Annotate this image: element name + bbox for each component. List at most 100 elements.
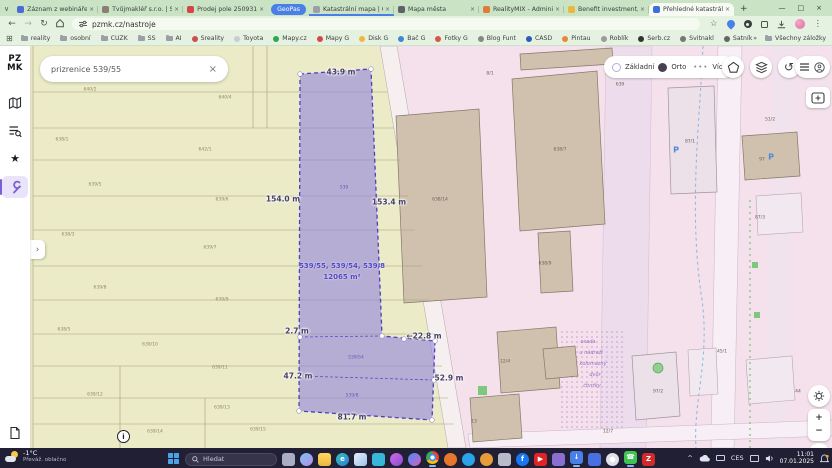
clear-search-icon[interactable]: × xyxy=(209,64,217,75)
task-view-icon[interactable] xyxy=(282,453,295,466)
tab-close-icon[interactable]: × xyxy=(259,6,264,13)
outlook-icon[interactable] xyxy=(480,453,493,466)
youtube-icon[interactable]: ▶ xyxy=(534,453,547,466)
site-settings-icon[interactable] xyxy=(79,20,87,28)
basemap-more-dots[interactable]: ••• xyxy=(693,63,708,71)
messenger-icon[interactable] xyxy=(408,453,421,466)
calendar-icon[interactable] xyxy=(372,453,385,466)
sidebar-item-documents[interactable] xyxy=(2,422,28,444)
tray-language[interactable]: CES xyxy=(731,454,744,462)
extensions-icon[interactable] xyxy=(761,21,768,28)
hamburger-menu-icon[interactable] xyxy=(800,63,809,71)
tab-close-icon[interactable]: × xyxy=(470,6,475,13)
tab-katastralni-info[interactable]: Přehledné katastrální info... × xyxy=(649,3,734,16)
bookmark-item[interactable]: Mapy.cz xyxy=(273,35,306,42)
map-settings-button[interactable] xyxy=(808,385,830,407)
bookmark-item[interactable]: osobní xyxy=(60,35,90,42)
chrome-icon[interactable] xyxy=(426,451,439,467)
globe-icon[interactable] xyxy=(606,453,619,466)
whatsapp-icon[interactable]: ☎ xyxy=(624,451,637,467)
reload-button[interactable]: ↻ xyxy=(36,19,52,29)
folder-purple-icon[interactable] xyxy=(552,453,565,466)
basemap-basic-icon[interactable] xyxy=(612,63,621,72)
start-button[interactable] xyxy=(168,453,180,465)
tab-katastralni-mapa[interactable]: Katastrální mapa | GeoPa... × xyxy=(309,3,394,16)
bookmark-item[interactable]: Šatník xyxy=(724,35,752,42)
bookmark-item[interactable]: CASD xyxy=(526,35,552,42)
forward-button[interactable]: → xyxy=(20,19,36,29)
speaker-icon[interactable] xyxy=(765,454,774,463)
skype-icon[interactable] xyxy=(462,453,475,466)
bookmark-item[interactable]: Fotky G xyxy=(435,35,467,42)
photos-icon[interactable] xyxy=(354,453,367,466)
home-button[interactable] xyxy=(52,18,68,31)
tab-close-icon[interactable]: × xyxy=(725,6,730,13)
tray-chevron-icon[interactable]: ^ xyxy=(687,454,692,462)
add-annotation-button[interactable] xyxy=(806,87,830,108)
minimize-button[interactable]: — xyxy=(779,4,786,12)
tab-system[interactable]: Tvůjmakléř s.r.o. | Systém i... × xyxy=(98,3,183,16)
taskbar-weather[interactable]: -1°C Převáž. oblačno xyxy=(5,450,66,464)
taskbar-search[interactable]: Hledat xyxy=(185,453,277,466)
profile-avatar[interactable] xyxy=(795,19,805,29)
info-button[interactable]: i xyxy=(117,430,130,443)
tab-group-label[interactable]: GeoPas xyxy=(271,4,306,15)
layers-button[interactable] xyxy=(750,56,772,78)
tab-close-icon[interactable]: × xyxy=(555,6,560,13)
cast-screen-icon[interactable] xyxy=(750,455,759,462)
zoner-icon[interactable]: Z xyxy=(642,453,655,466)
bookmark-item[interactable]: Roblík xyxy=(601,35,629,42)
basemap-ortho-label[interactable]: Orto xyxy=(671,63,686,71)
address-bar[interactable]: pzmk.cz/nastroje xyxy=(72,18,700,30)
bookmark-item[interactable]: Disk G xyxy=(359,35,388,42)
extension-pin-icon[interactable] xyxy=(727,20,735,28)
onedrive-cloud-icon[interactable] xyxy=(699,455,710,462)
bookmark-item[interactable]: Bač G xyxy=(398,35,425,42)
bookmark-item[interactable]: Sreality xyxy=(192,35,224,42)
sidebar-item-list-search[interactable] xyxy=(2,120,28,142)
tab-realitymix[interactable]: RealityMIX - Administrác... × xyxy=(479,3,564,16)
bookmark-item[interactable]: Šerb.cz xyxy=(638,35,670,42)
paint3d-icon[interactable] xyxy=(390,453,403,466)
apps-grid-icon[interactable]: ⊞ xyxy=(6,34,13,43)
bookmarks-overflow-icon[interactable]: » xyxy=(753,35,757,42)
new-tab-button[interactable]: + xyxy=(740,4,748,14)
bookmark-item[interactable]: reality xyxy=(21,35,51,42)
profile-chevron-icon[interactable]: ∨ xyxy=(4,5,9,13)
zoom-out-button[interactable]: − xyxy=(815,427,823,436)
account-icon[interactable] xyxy=(814,62,825,73)
draw-shape-button[interactable] xyxy=(722,56,744,78)
map-search-bar[interactable]: prizrenice 539/55 × xyxy=(40,56,228,82)
search-input[interactable]: prizrenice 539/55 xyxy=(51,65,209,74)
bookmark-item[interactable]: AI xyxy=(166,35,182,42)
panel-expand-button[interactable]: › xyxy=(30,240,45,259)
sidebar-item-tools[interactable] xyxy=(2,176,28,198)
bookmark-item[interactable]: Mapy G xyxy=(317,35,349,42)
downloads-tray-icon[interactable] xyxy=(777,20,786,29)
basemap-ortho-icon[interactable] xyxy=(658,63,667,72)
bookmark-item[interactable]: Pintau xyxy=(562,35,590,42)
tab-close-icon[interactable]: × xyxy=(89,6,94,13)
edge-icon[interactable]: e xyxy=(336,453,349,466)
pzmk-logo[interactable]: PZ MK xyxy=(0,55,30,74)
facebook-icon[interactable]: f xyxy=(516,453,529,466)
notifications-bell-icon[interactable] xyxy=(820,449,829,468)
tab-benefit[interactable]: Benefit investment, a.s. (b... × xyxy=(564,3,649,16)
bookmark-item[interactable]: CUZK xyxy=(101,35,128,42)
tab-mapa-mesta[interactable]: Mapa města × xyxy=(394,3,479,16)
back-button[interactable]: ← xyxy=(4,19,20,29)
tab-prodej-pole[interactable]: Prodej pole 250931 m², M... × xyxy=(183,3,268,16)
tab-close-icon[interactable]: × xyxy=(385,6,390,13)
browser-menu-icon[interactable]: ⋮ xyxy=(814,19,823,29)
extension-gear-icon[interactable] xyxy=(744,20,752,28)
bookmark-item[interactable]: Svitnakl xyxy=(680,35,714,42)
zoom-in-button[interactable]: + xyxy=(815,414,823,423)
bookmark-star-icon[interactable]: ☆ xyxy=(710,19,718,29)
sidebar-item-map[interactable] xyxy=(2,92,28,114)
tab-close-icon[interactable]: × xyxy=(174,6,179,13)
bookmark-item[interactable]: Blog Funt xyxy=(478,35,516,42)
maximize-button[interactable]: □ xyxy=(798,4,805,12)
bookmark-item[interactable]: SS xyxy=(138,35,156,42)
camera-icon[interactable] xyxy=(498,453,511,466)
file-explorer-icon[interactable] xyxy=(318,453,331,466)
